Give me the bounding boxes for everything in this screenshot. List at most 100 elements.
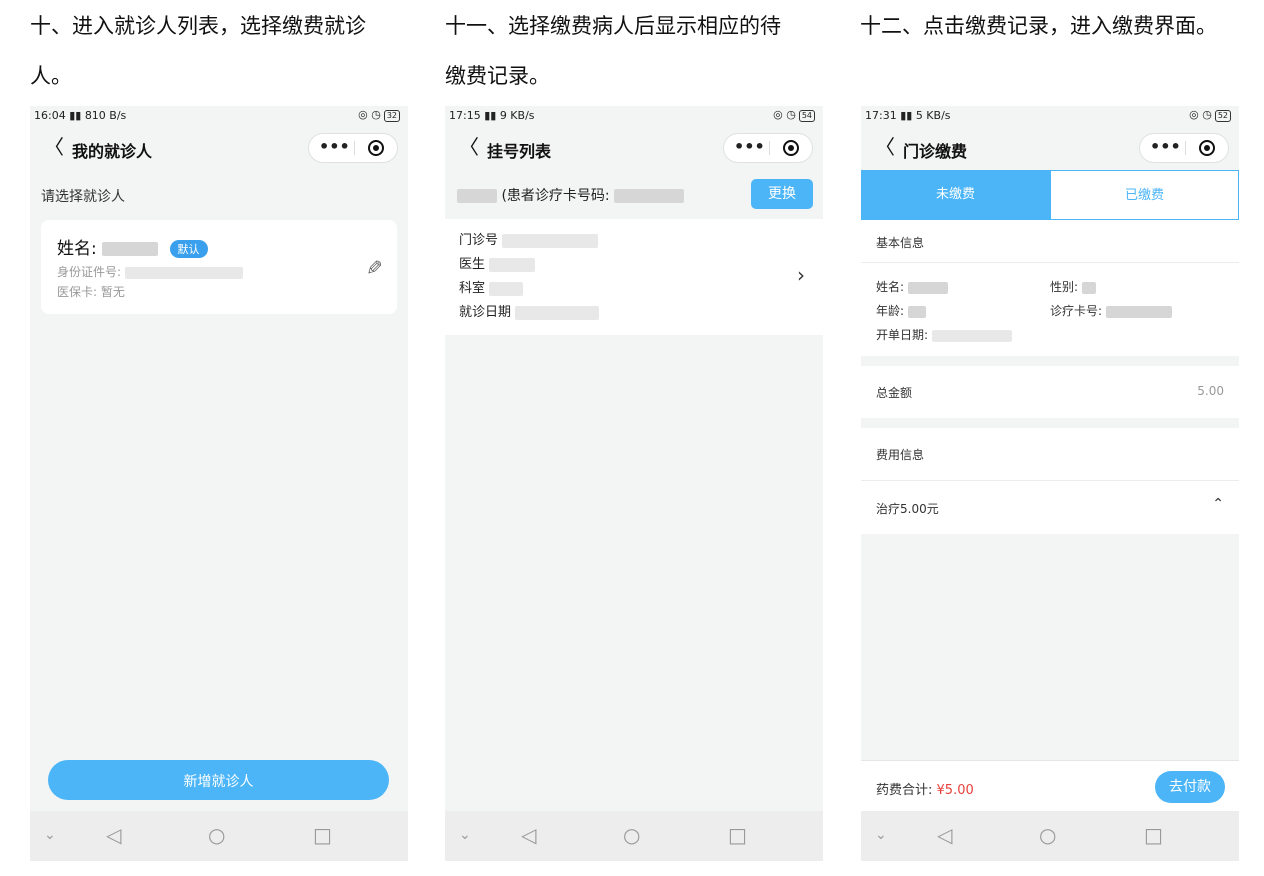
nav-bar: 〈 门诊缴费 ••• — [861, 126, 1239, 170]
add-patient-button[interactable]: 新增就诊人 — [48, 760, 389, 800]
phone-screen-patient-list: 16:04 ▮▮ 810 B/s ◎ ◷ 32 〈 我的就诊人 ••• 请选择就诊… — [30, 106, 408, 861]
fee-section: 费用信息 治疗5.00元 ⌃ — [861, 428, 1239, 534]
capsule-divider — [354, 141, 355, 155]
fee-item: 治疗5.00元 — [876, 502, 939, 516]
back-triangle-icon[interactable]: ◁ — [521, 823, 536, 847]
recents-square-icon[interactable]: □ — [728, 823, 747, 847]
system-nav-bar: ⌄ ◁ ○ □ — [445, 811, 823, 861]
total-value: 5.00 — [1197, 384, 1224, 398]
pay-button[interactable]: 去付款 — [1155, 771, 1225, 803]
recents-square-icon[interactable]: □ — [1144, 823, 1163, 847]
battery-icon: 52 — [1214, 110, 1231, 122]
age-row: 年龄: — [876, 302, 926, 319]
basic-info-section: 基本信息 姓名: 性别: 年龄: 诊疗卡号: 开单日期: — [861, 220, 1239, 356]
home-circle-icon[interactable]: ○ — [623, 823, 640, 847]
capsule-divider — [769, 141, 770, 155]
divider — [861, 262, 1239, 263]
change-patient-button[interactable]: 更换 — [751, 179, 813, 209]
alarm-icon: ◎ ◷ — [358, 108, 381, 121]
back-arrow-icon[interactable]: 〈 — [44, 136, 64, 158]
caption-step11-line2: 缴费记录。 — [445, 64, 550, 88]
battery-icon: 32 — [383, 110, 400, 122]
status-time-text: 17:15 — [449, 109, 481, 122]
total-summary: 药费合计: ¥5.00 — [876, 779, 974, 798]
chevron-down-icon[interactable]: ⌄ — [44, 823, 56, 847]
patient-name-row: 姓名: 默认 — [57, 234, 208, 259]
patient-name-redacted — [457, 189, 497, 203]
record-row: 科室 — [459, 277, 524, 296]
card-number-redacted — [614, 189, 685, 203]
chevron-up-icon[interactable]: ⌃ — [1212, 496, 1224, 512]
page-title: 挂号列表 — [487, 142, 552, 161]
back-arrow-icon[interactable]: 〈 — [459, 136, 479, 158]
page-title: 我的就诊人 — [72, 142, 153, 161]
more-dots-icon[interactable]: ••• — [1150, 138, 1181, 156]
total-label: 总金额 — [876, 386, 913, 400]
mini-program-capsule: ••• — [723, 133, 813, 163]
alarm-icon: ◎ ◷ — [773, 108, 796, 121]
total-summary-amount: ¥5.00 — [936, 783, 974, 798]
gender-redacted — [1081, 281, 1096, 294]
nav-bar: 〈 我的就诊人 ••• — [30, 126, 408, 170]
id-number-redacted — [124, 266, 243, 279]
signal-icon: ▮▮ — [69, 109, 82, 122]
target-icon[interactable] — [368, 140, 384, 156]
patient-header: (患者诊疗卡号码: 更换 — [445, 170, 823, 218]
patient-card-label: (患者诊疗卡号码: — [501, 188, 610, 204]
record-row: 医生 — [459, 253, 536, 272]
basic-info-heading: 基本信息 — [876, 236, 925, 250]
tab-unpaid[interactable]: 未缴费 — [861, 170, 1050, 220]
system-nav-bar: ⌄ ◁ ○ □ — [861, 811, 1239, 861]
patient-card-line: (患者诊疗卡号码: — [457, 185, 685, 205]
home-circle-icon[interactable]: ○ — [208, 823, 225, 847]
chevron-down-icon[interactable]: ⌄ — [875, 823, 887, 847]
back-arrow-icon[interactable]: 〈 — [875, 136, 895, 158]
redacted-value — [502, 233, 599, 248]
pencil-icon[interactable]: ✎ — [366, 256, 383, 280]
name-label: 姓名: — [876, 280, 905, 294]
age-label: 年龄: — [876, 304, 905, 318]
more-dots-icon[interactable]: ••• — [319, 138, 350, 156]
chevron-down-icon[interactable]: ⌄ — [459, 823, 471, 847]
outpatient-no-label: 门诊号 — [459, 233, 499, 248]
system-nav-bar: ⌄ ◁ ○ □ — [30, 811, 408, 861]
divider — [861, 480, 1239, 481]
card-redacted — [1105, 305, 1172, 318]
patient-card[interactable]: 姓名: 默认 身份证件号: 医保卡: 暂无 ✎ — [41, 220, 397, 314]
payment-tabs: 未缴费 已缴费 — [861, 170, 1239, 220]
department-label: 科室 — [459, 281, 486, 296]
select-patient-label: 请选择就诊人 — [41, 189, 125, 205]
tab-paid[interactable]: 已缴费 — [1050, 170, 1239, 220]
registration-record[interactable]: 门诊号 医生 科室 就诊日期 › — [445, 219, 823, 335]
fee-info-heading: 费用信息 — [876, 448, 925, 462]
more-dots-icon[interactable]: ••• — [734, 138, 765, 156]
capsule-divider — [1185, 141, 1186, 155]
record-row: 门诊号 — [459, 229, 599, 248]
id-number-label: 身份证件号: — [57, 265, 122, 279]
patient-name-redacted — [102, 242, 159, 256]
status-time-text: 17:31 — [865, 109, 897, 122]
insurance-row: 医保卡: 暂无 — [57, 285, 125, 299]
signal-icon: ▮▮ — [900, 109, 913, 122]
status-bar: 16:04 ▮▮ 810 B/s ◎ ◷ 32 — [30, 106, 408, 126]
redacted-value — [489, 281, 524, 296]
gender-row: 性别: — [1050, 278, 1096, 295]
total-summary-label: 药费合计: — [876, 783, 933, 798]
date-redacted — [931, 329, 1012, 342]
back-triangle-icon[interactable]: ◁ — [106, 823, 121, 847]
default-badge: 默认 — [169, 240, 208, 258]
card-label: 诊疗卡号: — [1050, 304, 1103, 318]
status-right: ◎ ◷ 52 — [1189, 108, 1231, 122]
caption-step10-line1: 十、进入就诊人列表，选择缴费就诊 — [30, 14, 366, 38]
nav-bar: 〈 挂号列表 ••• — [445, 126, 823, 170]
target-icon[interactable] — [1199, 140, 1215, 156]
back-triangle-icon[interactable]: ◁ — [937, 823, 952, 847]
home-circle-icon[interactable]: ○ — [1039, 823, 1056, 847]
target-icon[interactable] — [783, 140, 799, 156]
recents-square-icon[interactable]: □ — [313, 823, 332, 847]
status-speed: 9 KB/s — [499, 109, 535, 122]
doctor-label: 医生 — [459, 257, 486, 272]
redacted-value — [515, 305, 600, 320]
date-label: 开单日期: — [876, 328, 929, 342]
chevron-right-icon[interactable]: › — [797, 263, 805, 287]
